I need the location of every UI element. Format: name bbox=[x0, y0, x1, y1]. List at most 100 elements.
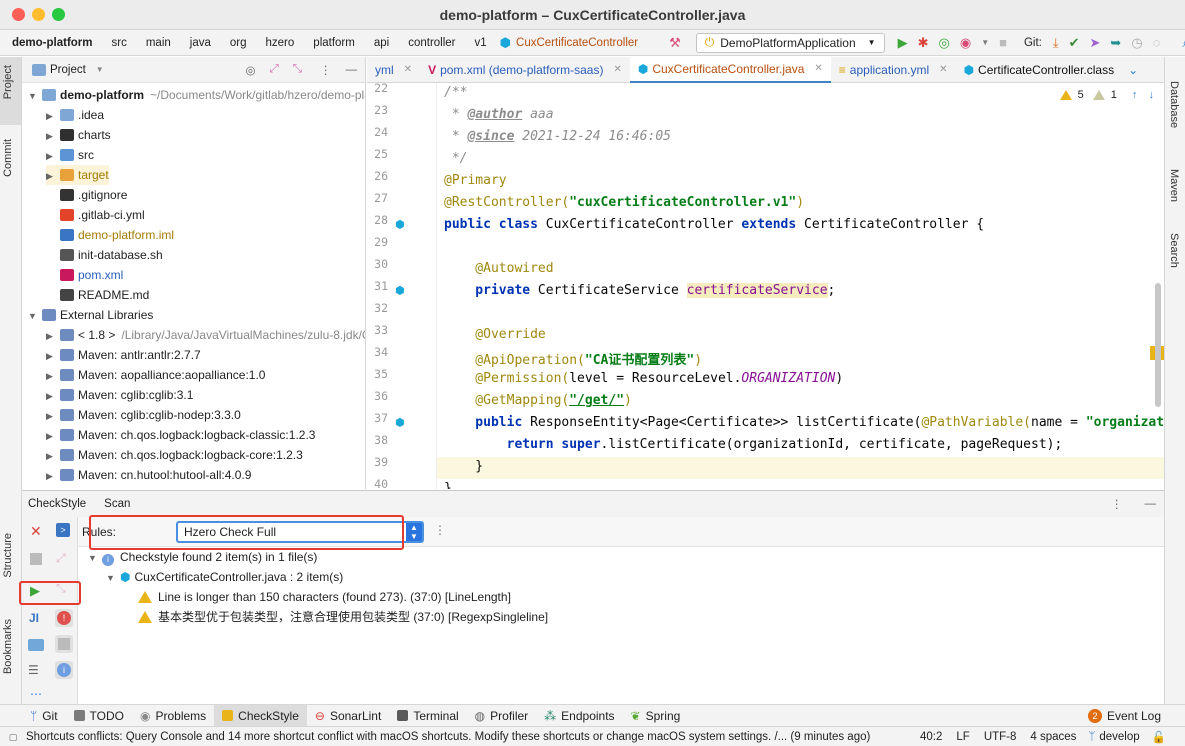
tab-pom-xml[interactable]: Vpom.xml (demo-platform-saas) ✕ bbox=[420, 57, 630, 83]
chevron-right-icon[interactable]: ▶ bbox=[46, 386, 60, 406]
code-line[interactable]: private CertificateService certificateSe… bbox=[444, 283, 835, 298]
code-line[interactable]: /** bbox=[444, 85, 467, 100]
hide-panel-icon[interactable]: — bbox=[1145, 498, 1157, 510]
tool-todo[interactable]: TODO bbox=[66, 705, 132, 727]
code-line[interactable]: public class CuxCertificateController ex… bbox=[444, 217, 984, 232]
folder-icon[interactable] bbox=[28, 639, 44, 651]
chevron-right-icon[interactable]: ▶ bbox=[46, 346, 60, 366]
previous-highlight-icon[interactable]: ↑ bbox=[1132, 89, 1138, 101]
breadcrumb-java[interactable]: java bbox=[190, 37, 211, 49]
code-line[interactable]: @Primary bbox=[444, 173, 507, 188]
tab-checkstyle[interactable]: CheckStyle bbox=[28, 498, 86, 510]
code-line[interactable]: } bbox=[444, 459, 483, 474]
tab-bookmarks[interactable]: Bookmarks bbox=[2, 619, 14, 674]
status-message[interactable]: Shortcuts conflicts: Query Console and 1… bbox=[26, 731, 906, 743]
code-line[interactable]: public ResponseEntity<Page<Certificate>>… bbox=[444, 415, 1164, 430]
toggle-tool-windows-icon[interactable]: ▢ bbox=[6, 730, 20, 744]
close-tab-icon[interactable]: ✕ bbox=[404, 57, 412, 83]
tree-item[interactable]: ▶ .idea bbox=[46, 105, 104, 125]
hide-panel-icon[interactable]: — bbox=[346, 64, 358, 76]
tree-item[interactable]: ▶ Maven: cglib:cglib-nodep:3.3.0 bbox=[46, 405, 241, 425]
indent-setting[interactable]: 4 spaces bbox=[1030, 731, 1076, 743]
tree-item[interactable]: ▶ < 1.8 > /Library/Java/JavaVirtualMachine… bbox=[46, 325, 365, 346]
breadcrumb-org[interactable]: org bbox=[230, 37, 247, 49]
tool-checkstyle[interactable]: CheckStyle bbox=[214, 704, 307, 727]
check-project-icon[interactable]: JI bbox=[29, 611, 39, 625]
chevron-down-icon[interactable]: ▼ bbox=[28, 86, 42, 106]
expand-all-icon[interactable]: ⤢ bbox=[270, 63, 279, 76]
show-errors-toggle[interactable]: ! bbox=[55, 609, 73, 627]
breadcrumb-v1[interactable]: v1 bbox=[475, 37, 487, 49]
profile-icon[interactable]: ◉ bbox=[960, 35, 971, 51]
file-encoding[interactable]: UTF-8 bbox=[984, 731, 1017, 743]
breadcrumb-platform[interactable]: platform bbox=[313, 37, 355, 49]
breadcrumb-hzero[interactable]: hzero bbox=[266, 37, 295, 49]
tool-profiler[interactable]: ◍ Profiler bbox=[467, 705, 537, 727]
tree-item[interactable]: pom.xml bbox=[46, 265, 123, 285]
tool-event-log[interactable]: 2 Event Log bbox=[1080, 705, 1169, 727]
close-icon[interactable]: ✕ bbox=[30, 523, 42, 540]
tree-item[interactable]: ▼ External Libraries bbox=[28, 305, 153, 325]
zoom-window-button[interactable] bbox=[52, 8, 65, 21]
more-run-chevron-icon[interactable]: ▼ bbox=[981, 35, 989, 51]
result-summary-row[interactable]: ▼ i Checkstyle found 2 item(s) in 1 file(s… bbox=[88, 547, 317, 567]
chevron-down-icon[interactable]: ▼ bbox=[28, 306, 42, 326]
tab-yml[interactable]: yml ✕ bbox=[367, 57, 420, 83]
breadcrumb-src[interactable]: src bbox=[112, 37, 127, 49]
tab-maven[interactable]: Maven bbox=[1168, 169, 1180, 202]
code-line[interactable]: return super.listCertificate(organizatio… bbox=[444, 437, 1063, 452]
breadcrumb-class[interactable]: CuxCertificateController bbox=[516, 37, 638, 49]
code-line[interactable]: @Autowired bbox=[444, 261, 553, 276]
tab-list-chevron-icon[interactable]: ⌄ bbox=[1128, 63, 1138, 77]
chevron-right-icon[interactable]: ▶ bbox=[46, 466, 60, 486]
chevron-right-icon[interactable]: ▶ bbox=[46, 406, 60, 426]
code-line[interactable]: @Override bbox=[444, 327, 545, 342]
tab-database[interactable]: Database bbox=[1168, 81, 1180, 128]
options-icon[interactable]: ⋮ bbox=[1111, 497, 1123, 511]
tree-item[interactable]: ▶ charts bbox=[46, 125, 111, 145]
run-configuration-select[interactable]: ⏻ DemoPlatformApplication ▼ bbox=[695, 32, 885, 53]
code-line[interactable]: @ApiOperation("CA证书配置列表") bbox=[444, 349, 702, 368]
tree-item[interactable]: init-database.sh bbox=[46, 245, 163, 265]
result-file-row[interactable]: ▼ ⬢ CuxCertificateController.java : 2 item… bbox=[106, 567, 343, 587]
git-commit-icon[interactable]: ✔ bbox=[1069, 35, 1080, 51]
git-push-icon[interactable]: ➤ bbox=[1090, 35, 1101, 51]
locate-icon[interactable]: ◎ bbox=[246, 63, 256, 77]
tree-item[interactable]: ▶ Maven: ch.qos.logback:logback-classic:1… bbox=[46, 425, 315, 445]
chevron-right-icon[interactable]: ▶ bbox=[46, 326, 60, 346]
expand-icon[interactable]: ⤢ bbox=[56, 551, 66, 566]
next-highlight-icon[interactable]: ↓ bbox=[1149, 89, 1155, 101]
chevron-right-icon[interactable]: ▶ bbox=[46, 126, 60, 146]
bean-icon[interactable]: ⬢ bbox=[395, 284, 405, 297]
tool-terminal[interactable]: Terminal bbox=[389, 705, 466, 727]
breadcrumb-project[interactable]: demo-platform bbox=[12, 37, 93, 49]
chevron-right-icon[interactable]: ▶ bbox=[46, 426, 60, 446]
chevron-right-icon[interactable]: ▶ bbox=[46, 106, 60, 126]
breadcrumb-api[interactable]: api bbox=[374, 37, 389, 49]
chevron-right-icon[interactable]: ▶ bbox=[46, 366, 60, 386]
run-icon[interactable]: ▶ bbox=[898, 35, 908, 51]
code-line[interactable]: * @author aaa bbox=[444, 107, 554, 122]
coverage-icon[interactable]: ◎ bbox=[939, 35, 950, 51]
stop-icon[interactable]: ■ bbox=[999, 35, 1007, 51]
rollback-icon[interactable]: ◌ bbox=[1153, 35, 1161, 51]
result-item-row[interactable]: 基本类型优于包装类型，注意合理使用包装类型 (37:0) [RegexpSing… bbox=[138, 607, 548, 627]
collapse-all-icon[interactable]: ⤡ bbox=[293, 63, 302, 76]
tree-item[interactable]: ▶ Maven: aopalliance:aopalliance:1.0 bbox=[46, 365, 265, 385]
breadcrumb-controller[interactable]: controller bbox=[408, 37, 455, 49]
close-window-button[interactable] bbox=[12, 8, 25, 21]
git-update-icon[interactable]: ⤓ bbox=[1053, 35, 1059, 51]
tree-item[interactable]: ▶ Maven: ch.qos.logback:logback-core:1.2.… bbox=[46, 445, 303, 465]
tool-endpoints[interactable]: ⁂ Endpoints bbox=[536, 705, 622, 727]
tab-cux-certificate-controller[interactable]: ⬢ CuxCertificateController.java ✕ bbox=[629, 57, 831, 83]
tab-project[interactable]: Project bbox=[2, 65, 14, 99]
tree-item[interactable]: ▶ Maven: cglib:cglib:3.1 bbox=[46, 385, 193, 405]
tab-structure[interactable]: Structure bbox=[2, 533, 14, 578]
project-panel-title[interactable]: Project bbox=[50, 64, 86, 76]
tool-git[interactable]: ᛘ Git bbox=[22, 705, 66, 727]
code-line[interactable]: @RestController("cuxCertificateControlle… bbox=[444, 195, 804, 210]
tree-item[interactable]: ▼ demo-platform ~/Documents/Work/gitlab/hz… bbox=[28, 85, 365, 106]
tab-application-yml[interactable]: ≡ application.yml ✕ bbox=[831, 57, 956, 83]
code-line[interactable]: @Permission(level = ResourceLevel.ORGANI… bbox=[444, 371, 843, 386]
lock-icon[interactable]: 🔓 bbox=[1152, 730, 1166, 744]
